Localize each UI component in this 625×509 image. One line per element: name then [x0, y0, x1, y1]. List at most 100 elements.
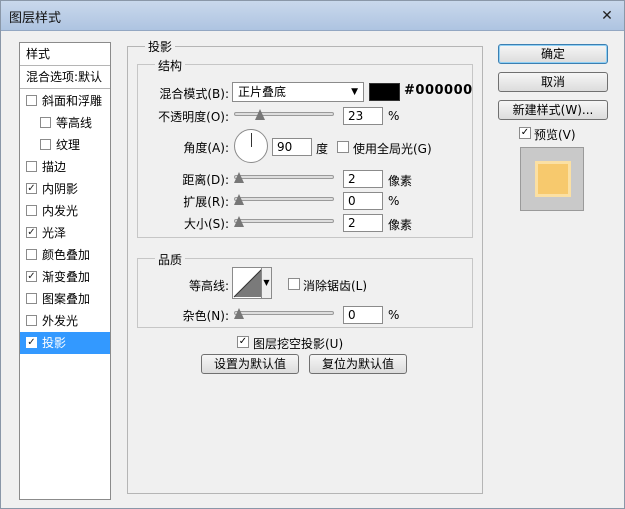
size-label: 大小(S):: [183, 217, 229, 231]
style-item-label: 内发光: [42, 204, 79, 218]
style-item-gradient-overlay[interactable]: ✓ 渐变叠加: [20, 266, 110, 288]
style-item-satin[interactable]: ✓ 光泽: [20, 222, 110, 244]
knockout-checkbox[interactable]: ✓: [237, 336, 249, 348]
style-list-header[interactable]: 样式: [20, 43, 110, 65]
angle-dial[interactable]: [234, 129, 268, 163]
style-item-label: 等高线: [56, 116, 93, 130]
size-slider[interactable]: [234, 215, 334, 229]
distance-input[interactable]: 2: [343, 170, 383, 188]
opacity-unit: %: [388, 109, 400, 123]
blend-options-label: 混合选项:默认: [26, 70, 103, 84]
shadow-color-hex: #000000: [404, 83, 473, 98]
antialias-label: 消除锯齿(L): [303, 279, 368, 293]
slider-track: [234, 197, 334, 201]
slider-thumb[interactable]: [234, 308, 244, 319]
checkbox[interactable]: [26, 315, 37, 326]
contour-label: 等高线:: [188, 279, 229, 293]
angle-label: 角度(A):: [183, 141, 229, 155]
checkbox[interactable]: [26, 293, 37, 304]
style-item-bevel-emboss[interactable]: 斜面和浮雕: [20, 90, 110, 112]
spread-slider[interactable]: [234, 193, 334, 207]
checkbox-checked[interactable]: ✓: [26, 227, 37, 238]
style-item-stroke[interactable]: 描边: [20, 156, 110, 178]
preview-swatch: [538, 164, 568, 194]
style-item-inner-shadow[interactable]: ✓ 内阴影: [20, 178, 110, 200]
make-default-button[interactable]: 设置为默认值: [201, 354, 299, 374]
style-item-texture[interactable]: 纹理: [20, 134, 110, 156]
style-item-pattern-overlay[interactable]: 图案叠加: [20, 288, 110, 310]
checkbox[interactable]: [40, 139, 51, 150]
antialias-checkbox[interactable]: [288, 278, 300, 290]
checkbox-checked[interactable]: ✓: [26, 337, 37, 348]
spread-label: 扩展(R):: [183, 195, 229, 209]
opacity-slider[interactable]: [234, 108, 334, 122]
slider-track: [234, 112, 334, 116]
style-item-contour[interactable]: 等高线: [20, 112, 110, 134]
style-item-drop-shadow[interactable]: ✓ 投影: [20, 332, 110, 354]
window-title: 图层样式: [9, 11, 62, 26]
distance-slider[interactable]: [234, 171, 334, 185]
structure-title: 结构: [155, 57, 186, 74]
distance-unit: 像素: [388, 174, 413, 188]
noise-input[interactable]: 0: [343, 306, 383, 324]
style-item-label: 光泽: [42, 226, 67, 240]
checkbox[interactable]: [26, 95, 37, 106]
blend-mode-label: 混合模式(B):: [159, 87, 229, 101]
global-light-label: 使用全局光(G): [353, 142, 432, 156]
chevron-down-icon[interactable]: ▼: [261, 268, 271, 298]
blend-mode-select[interactable]: 正片叠底 ▼: [232, 82, 364, 102]
slider-track: [234, 311, 334, 315]
slider-thumb[interactable]: [254, 109, 265, 120]
slider-thumb[interactable]: [234, 172, 244, 183]
angle-input[interactable]: 90: [272, 138, 312, 156]
style-item-label: 颜色叠加: [42, 248, 91, 262]
knockout-label: 图层挖空投影(U): [253, 337, 344, 351]
contour-linear-icon: [233, 268, 263, 298]
angle-dial-hand: [251, 133, 252, 147]
style-item-label: 外发光: [42, 314, 79, 328]
noise-slider[interactable]: [234, 307, 334, 321]
slider-thumb[interactable]: [234, 194, 244, 205]
quality-title: 品质: [155, 251, 186, 268]
style-item-inner-glow[interactable]: 内发光: [20, 200, 110, 222]
style-item-label: 纹理: [56, 138, 81, 152]
checkbox[interactable]: [40, 117, 51, 128]
checkbox[interactable]: [26, 249, 37, 260]
blend-options-item[interactable]: 混合选项:默认: [20, 66, 110, 88]
style-list-header-label: 样式: [26, 47, 51, 61]
contour-picker[interactable]: ▼: [232, 267, 272, 299]
opacity-label: 不透明度(O):: [158, 110, 229, 124]
noise-unit: %: [388, 308, 400, 322]
checkbox-checked[interactable]: ✓: [26, 183, 37, 194]
cancel-button[interactable]: 取消: [498, 72, 608, 92]
style-item-outer-glow[interactable]: 外发光: [20, 310, 110, 332]
chevron-down-icon: ▼: [351, 87, 358, 97]
size-input[interactable]: 2: [343, 214, 383, 232]
global-light-checkbox[interactable]: [337, 141, 349, 153]
new-style-button[interactable]: 新建样式(W)...: [498, 100, 608, 120]
opacity-input[interactable]: 23: [343, 107, 383, 125]
checkbox-checked[interactable]: ✓: [26, 271, 37, 282]
checkbox[interactable]: [26, 161, 37, 172]
spread-unit: %: [388, 194, 400, 208]
divider: [20, 88, 110, 89]
size-unit: 像素: [388, 218, 413, 232]
close-icon[interactable]: ✕: [598, 8, 616, 24]
preview-checkbox[interactable]: ✓: [519, 127, 531, 139]
ok-button[interactable]: 确定: [498, 44, 608, 64]
slider-thumb[interactable]: [234, 216, 244, 227]
style-item-color-overlay[interactable]: 颜色叠加: [20, 244, 110, 266]
spread-input[interactable]: 0: [343, 192, 383, 210]
slider-track: [234, 175, 334, 179]
slider-track: [234, 219, 334, 223]
checkbox[interactable]: [26, 205, 37, 216]
shadow-color-swatch[interactable]: [369, 83, 400, 101]
angle-unit: 度: [316, 142, 329, 156]
style-item-label: 斜面和浮雕: [42, 94, 103, 108]
style-item-label: 渐变叠加: [42, 270, 91, 284]
noise-label: 杂色(N):: [182, 309, 229, 323]
style-item-label: 描边: [42, 160, 67, 174]
reset-default-button[interactable]: 复位为默认值: [309, 354, 407, 374]
blend-mode-value: 正片叠底: [238, 85, 287, 99]
preview-label: 预览(V): [534, 128, 576, 142]
